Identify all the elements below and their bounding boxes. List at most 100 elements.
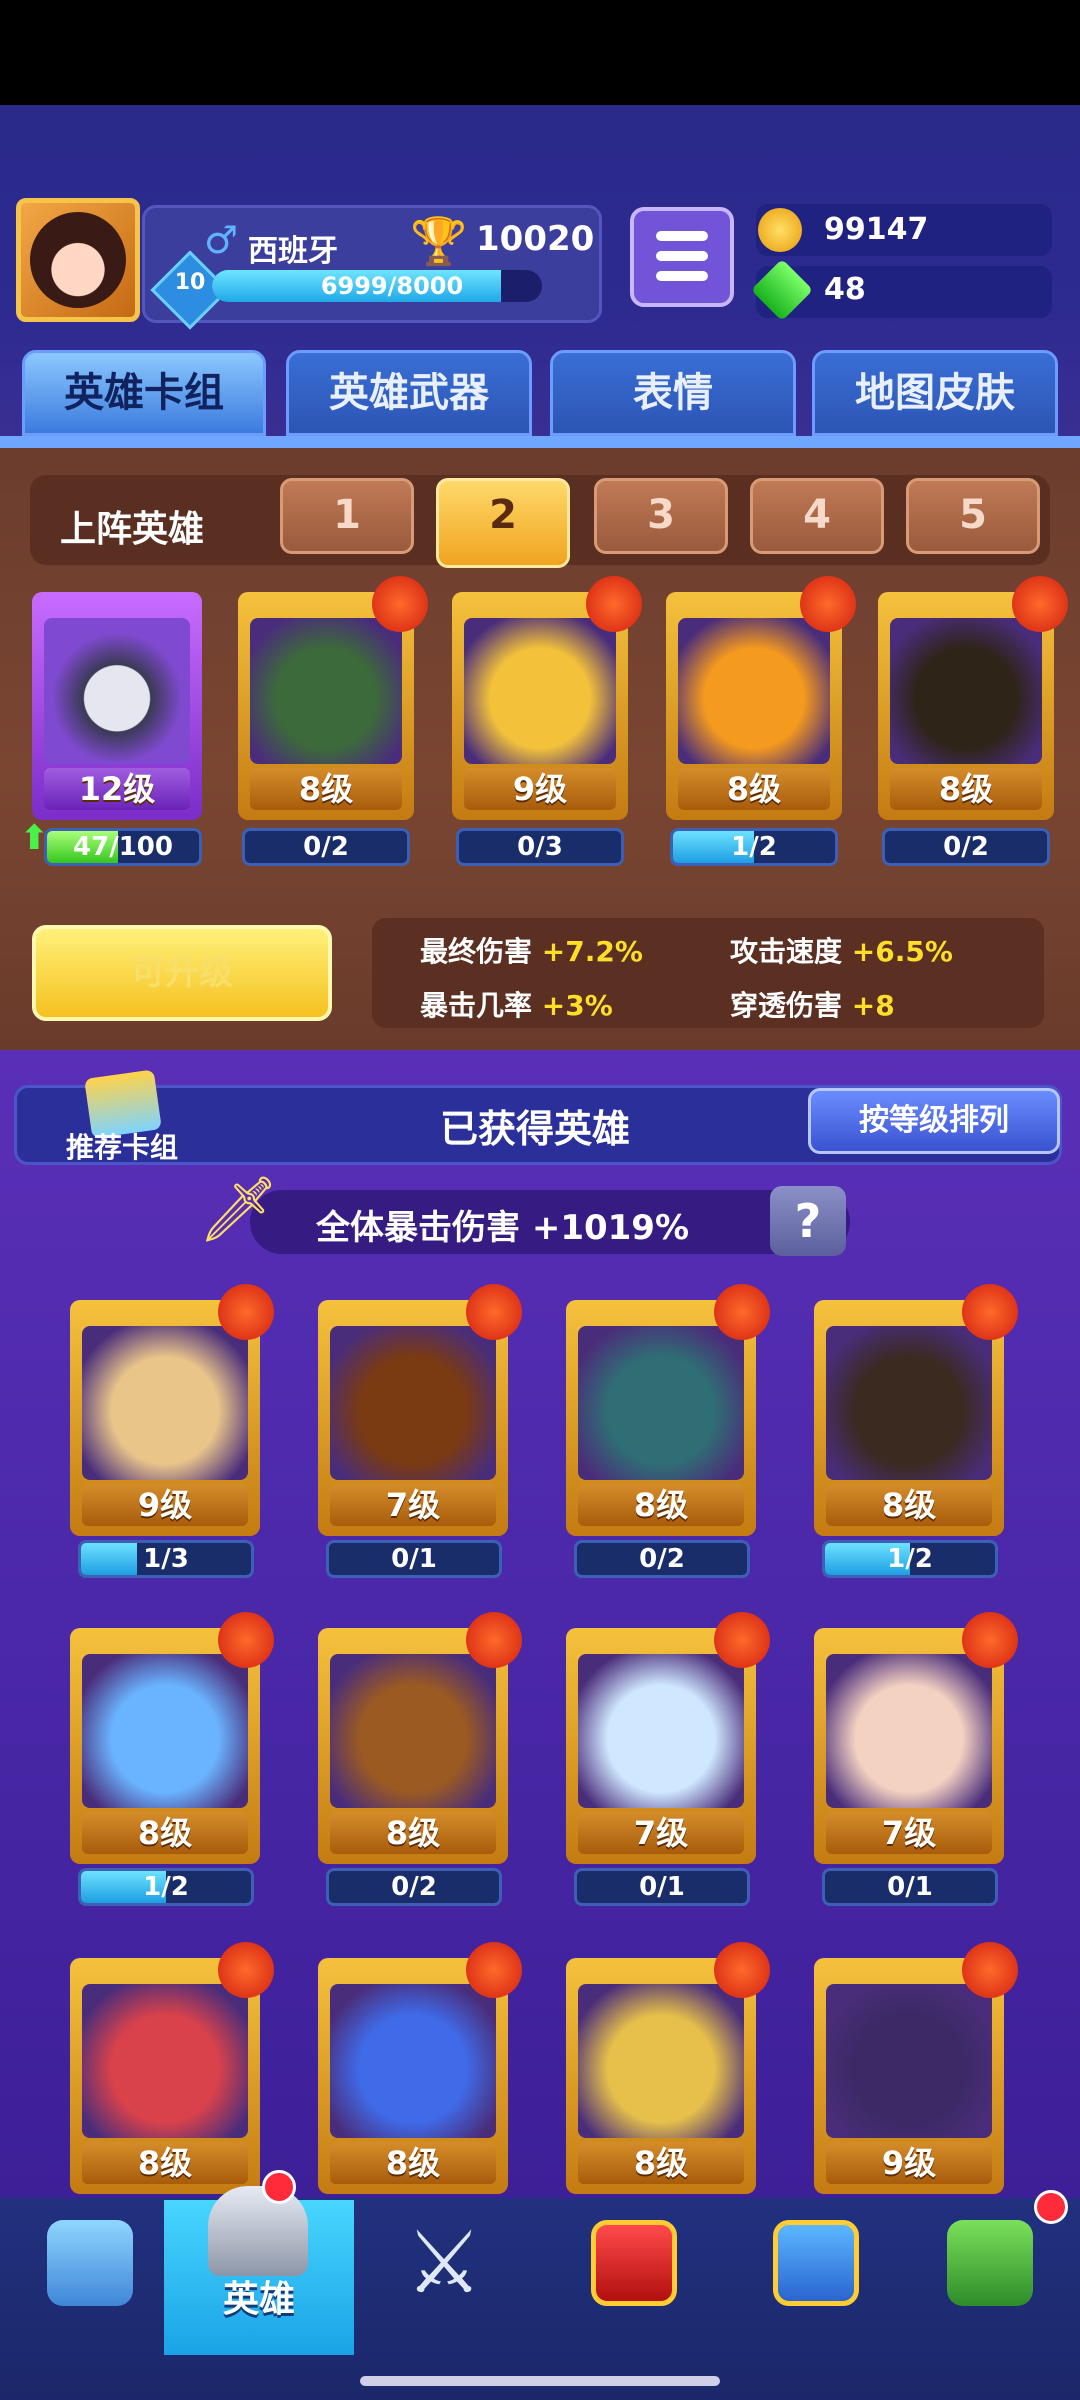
- nav-chest[interactable]: [0, 2200, 180, 2360]
- hero-card[interactable]: 9级: [70, 1284, 274, 1536]
- lineup-hero-card[interactable]: 9级: [452, 576, 642, 820]
- hero-portrait: [578, 1326, 744, 1480]
- card-progress-bar: 1/3: [78, 1540, 254, 1578]
- progress-text: 1/3: [143, 1544, 189, 1574]
- avatar-portrait: [30, 212, 126, 308]
- hero-level: 12级: [44, 768, 190, 810]
- hero-portrait: [464, 618, 616, 764]
- menu-button[interactable]: [630, 207, 734, 307]
- hero-card[interactable]: 8级: [566, 1942, 770, 2194]
- hero-portrait: [826, 1984, 992, 2138]
- stat-value: +8: [851, 989, 895, 1022]
- hero-card[interactable]: 7级: [318, 1284, 522, 1536]
- hero-portrait: [578, 1984, 744, 2138]
- gem-amount: 48: [824, 272, 866, 307]
- hero-level: 9级: [464, 768, 616, 810]
- hero-card[interactable]: 8级: [318, 1612, 522, 1864]
- progress-text: 0/2: [639, 1544, 685, 1574]
- tab-underline: [0, 436, 1080, 448]
- lineup-hero-card[interactable]: 8级: [878, 576, 1068, 820]
- nav-garden[interactable]: [900, 2200, 1080, 2360]
- progress-text: 1/2: [731, 832, 777, 862]
- lineup-slot-3[interactable]: 3: [594, 478, 728, 554]
- stat-label: 最终伤害: [420, 935, 533, 968]
- nav-heroes-label: 英雄: [222, 2279, 295, 2320]
- progress-text: 0/2: [391, 1872, 437, 1902]
- collection-title: 已获得英雄: [440, 1107, 631, 1151]
- gold-coin-icon: [758, 208, 802, 252]
- hero-portrait: [330, 1984, 496, 2138]
- nav-battle[interactable]: ⚔: [354, 2200, 534, 2360]
- lineup-hero-card[interactable]: 8级: [666, 576, 856, 820]
- flame-crest-icon: [466, 1612, 522, 1668]
- tab-hero-weapons[interactable]: 英雄武器: [286, 350, 532, 436]
- hero-level: 9级: [826, 2142, 992, 2184]
- stat-crit-rate: 暴击几率 +3%: [420, 984, 613, 1024]
- hero-level: 8级: [578, 1484, 744, 1526]
- help-button[interactable]: ?: [770, 1186, 846, 1256]
- flame-crest-icon: [218, 1284, 274, 1340]
- stat-pierce: 穿透伤害 +8: [730, 984, 895, 1024]
- hero-level: 8级: [250, 768, 402, 810]
- crown-shield-icon: [591, 2220, 677, 2306]
- hero-portrait: [82, 1326, 248, 1480]
- hero-level: 8级: [330, 2142, 496, 2184]
- sort-by-level-button[interactable]: 按等级排列: [808, 1088, 1060, 1154]
- hero-level: 8级: [678, 768, 830, 810]
- trophy-count: 10020: [476, 219, 595, 259]
- flame-crest-icon: [962, 1284, 1018, 1340]
- hero-level: 7级: [330, 1484, 496, 1526]
- stat-label: 暴击几率: [420, 989, 533, 1022]
- friends-icon: [773, 2220, 859, 2306]
- hero-card[interactable]: 8级: [566, 1284, 770, 1536]
- hero-level: 8级: [82, 2142, 248, 2184]
- stat-attack-speed: 攻击速度 +6.5%: [730, 930, 953, 970]
- flame-crest-icon: [466, 1942, 522, 1998]
- lineup-slot-1[interactable]: 1: [280, 478, 414, 554]
- hero-card[interactable]: 9级: [814, 1942, 1018, 2194]
- progress-text: 0/1: [391, 1544, 437, 1574]
- notification-dot: [262, 2170, 296, 2204]
- flame-crest-icon: [586, 576, 642, 632]
- recommended-deck-button[interactable]: 推荐卡组: [66, 1126, 178, 1166]
- hero-card[interactable]: 8级: [70, 1942, 274, 2194]
- hero-card[interactable]: 7级: [814, 1612, 1018, 1864]
- featured-hero-card[interactable]: 12级: [32, 592, 202, 820]
- notification-dot: [1034, 2190, 1068, 2224]
- nav-ranking[interactable]: [544, 2200, 724, 2360]
- hero-level: 8级: [330, 1812, 496, 1854]
- flame-crest-icon: [466, 1284, 522, 1340]
- crossed-swords-icon: ⚔: [405, 2213, 483, 2313]
- nav-friends[interactable]: [726, 2200, 906, 2360]
- tab-map-skins[interactable]: 地图皮肤: [812, 350, 1058, 436]
- xp-text: 6999/8000: [320, 272, 464, 300]
- hero-card[interactable]: 8级: [70, 1612, 274, 1864]
- crit-bonus-label: 全体暴击伤害: [316, 1208, 520, 1248]
- gender-icon: ♂: [204, 218, 239, 262]
- flame-crest-icon: [800, 576, 856, 632]
- gold-amount: 99147: [824, 212, 929, 247]
- stat-value: +3%: [541, 989, 613, 1022]
- hero-card[interactable]: 7级: [566, 1612, 770, 1864]
- tab-hero-deck[interactable]: 英雄卡组: [22, 350, 266, 436]
- home-indicator: [360, 2376, 720, 2386]
- upgrade-button[interactable]: 可升级: [32, 925, 332, 1021]
- lineup-slot-4[interactable]: 4: [750, 478, 884, 554]
- flame-crest-icon: [714, 1612, 770, 1668]
- crit-bonus-value: +1019%: [531, 1208, 690, 1248]
- sprout-icon: [947, 2220, 1033, 2306]
- lineup-slot-5[interactable]: 5: [906, 478, 1040, 554]
- hero-card[interactable]: 8级: [318, 1942, 522, 2194]
- knight-helmet-icon: [208, 2186, 308, 2276]
- hero-portrait: [826, 1654, 992, 1808]
- card-progress-bar: 0/3: [456, 828, 624, 866]
- stat-label: 穿透伤害: [730, 989, 843, 1022]
- lineup-slot-2[interactable]: 2: [436, 478, 570, 568]
- lineup-hero-card[interactable]: 8级: [238, 576, 428, 820]
- tab-emotes[interactable]: 表情: [550, 350, 796, 436]
- hero-card[interactable]: 8级: [814, 1284, 1018, 1536]
- flame-crest-icon: [962, 1942, 1018, 1998]
- hero-level: 9级: [82, 1484, 248, 1526]
- hero-portrait: [44, 618, 190, 764]
- treasure-chest-icon: [47, 2220, 133, 2306]
